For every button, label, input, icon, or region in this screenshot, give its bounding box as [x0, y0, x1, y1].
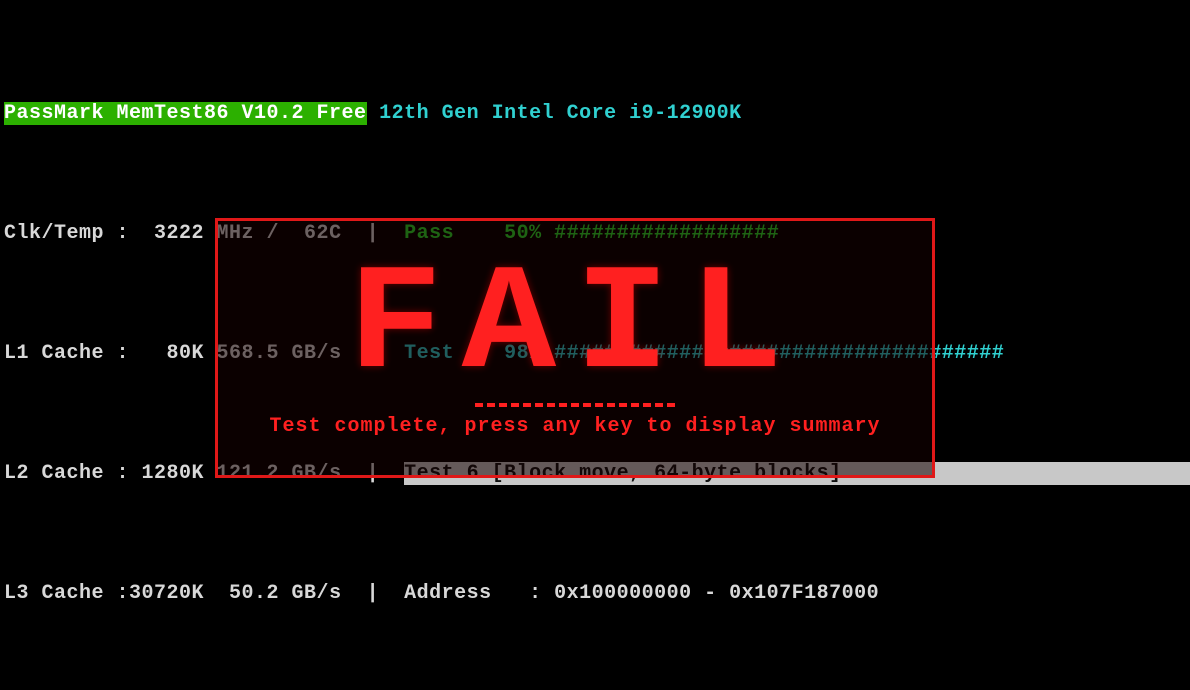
l3-value: 30720K 50.2 GB/s: [129, 582, 342, 605]
address-value: 0x100000000 - 0x107F187000: [542, 582, 880, 605]
clk-label: Clk/Temp :: [4, 222, 129, 245]
l3-label: L3 Cache :: [4, 582, 129, 605]
fail-word: FAIL: [348, 257, 802, 397]
header-row: PassMark MemTest86 V10.2 Free 12th Gen I…: [4, 102, 1186, 126]
l1-label: L1 Cache :: [4, 342, 129, 365]
l2-label: L2 Cache :: [4, 462, 129, 485]
product-banner: PassMark MemTest86 V10.2 Free: [4, 102, 367, 125]
memtest-screen: PassMark MemTest86 V10.2 Free 12th Gen I…: [0, 0, 1190, 690]
cpu-name: 12th Gen Intel Core i9-12900K: [379, 102, 742, 125]
address-label: Address :: [404, 582, 542, 605]
row-l3-addr: L3 Cache :30720K 50.2 GB/s | Address : 0…: [4, 582, 1186, 606]
fail-message: Test complete, press any key to display …: [269, 415, 880, 439]
fail-dialog[interactable]: FAIL Test complete, press any key to dis…: [215, 218, 935, 478]
